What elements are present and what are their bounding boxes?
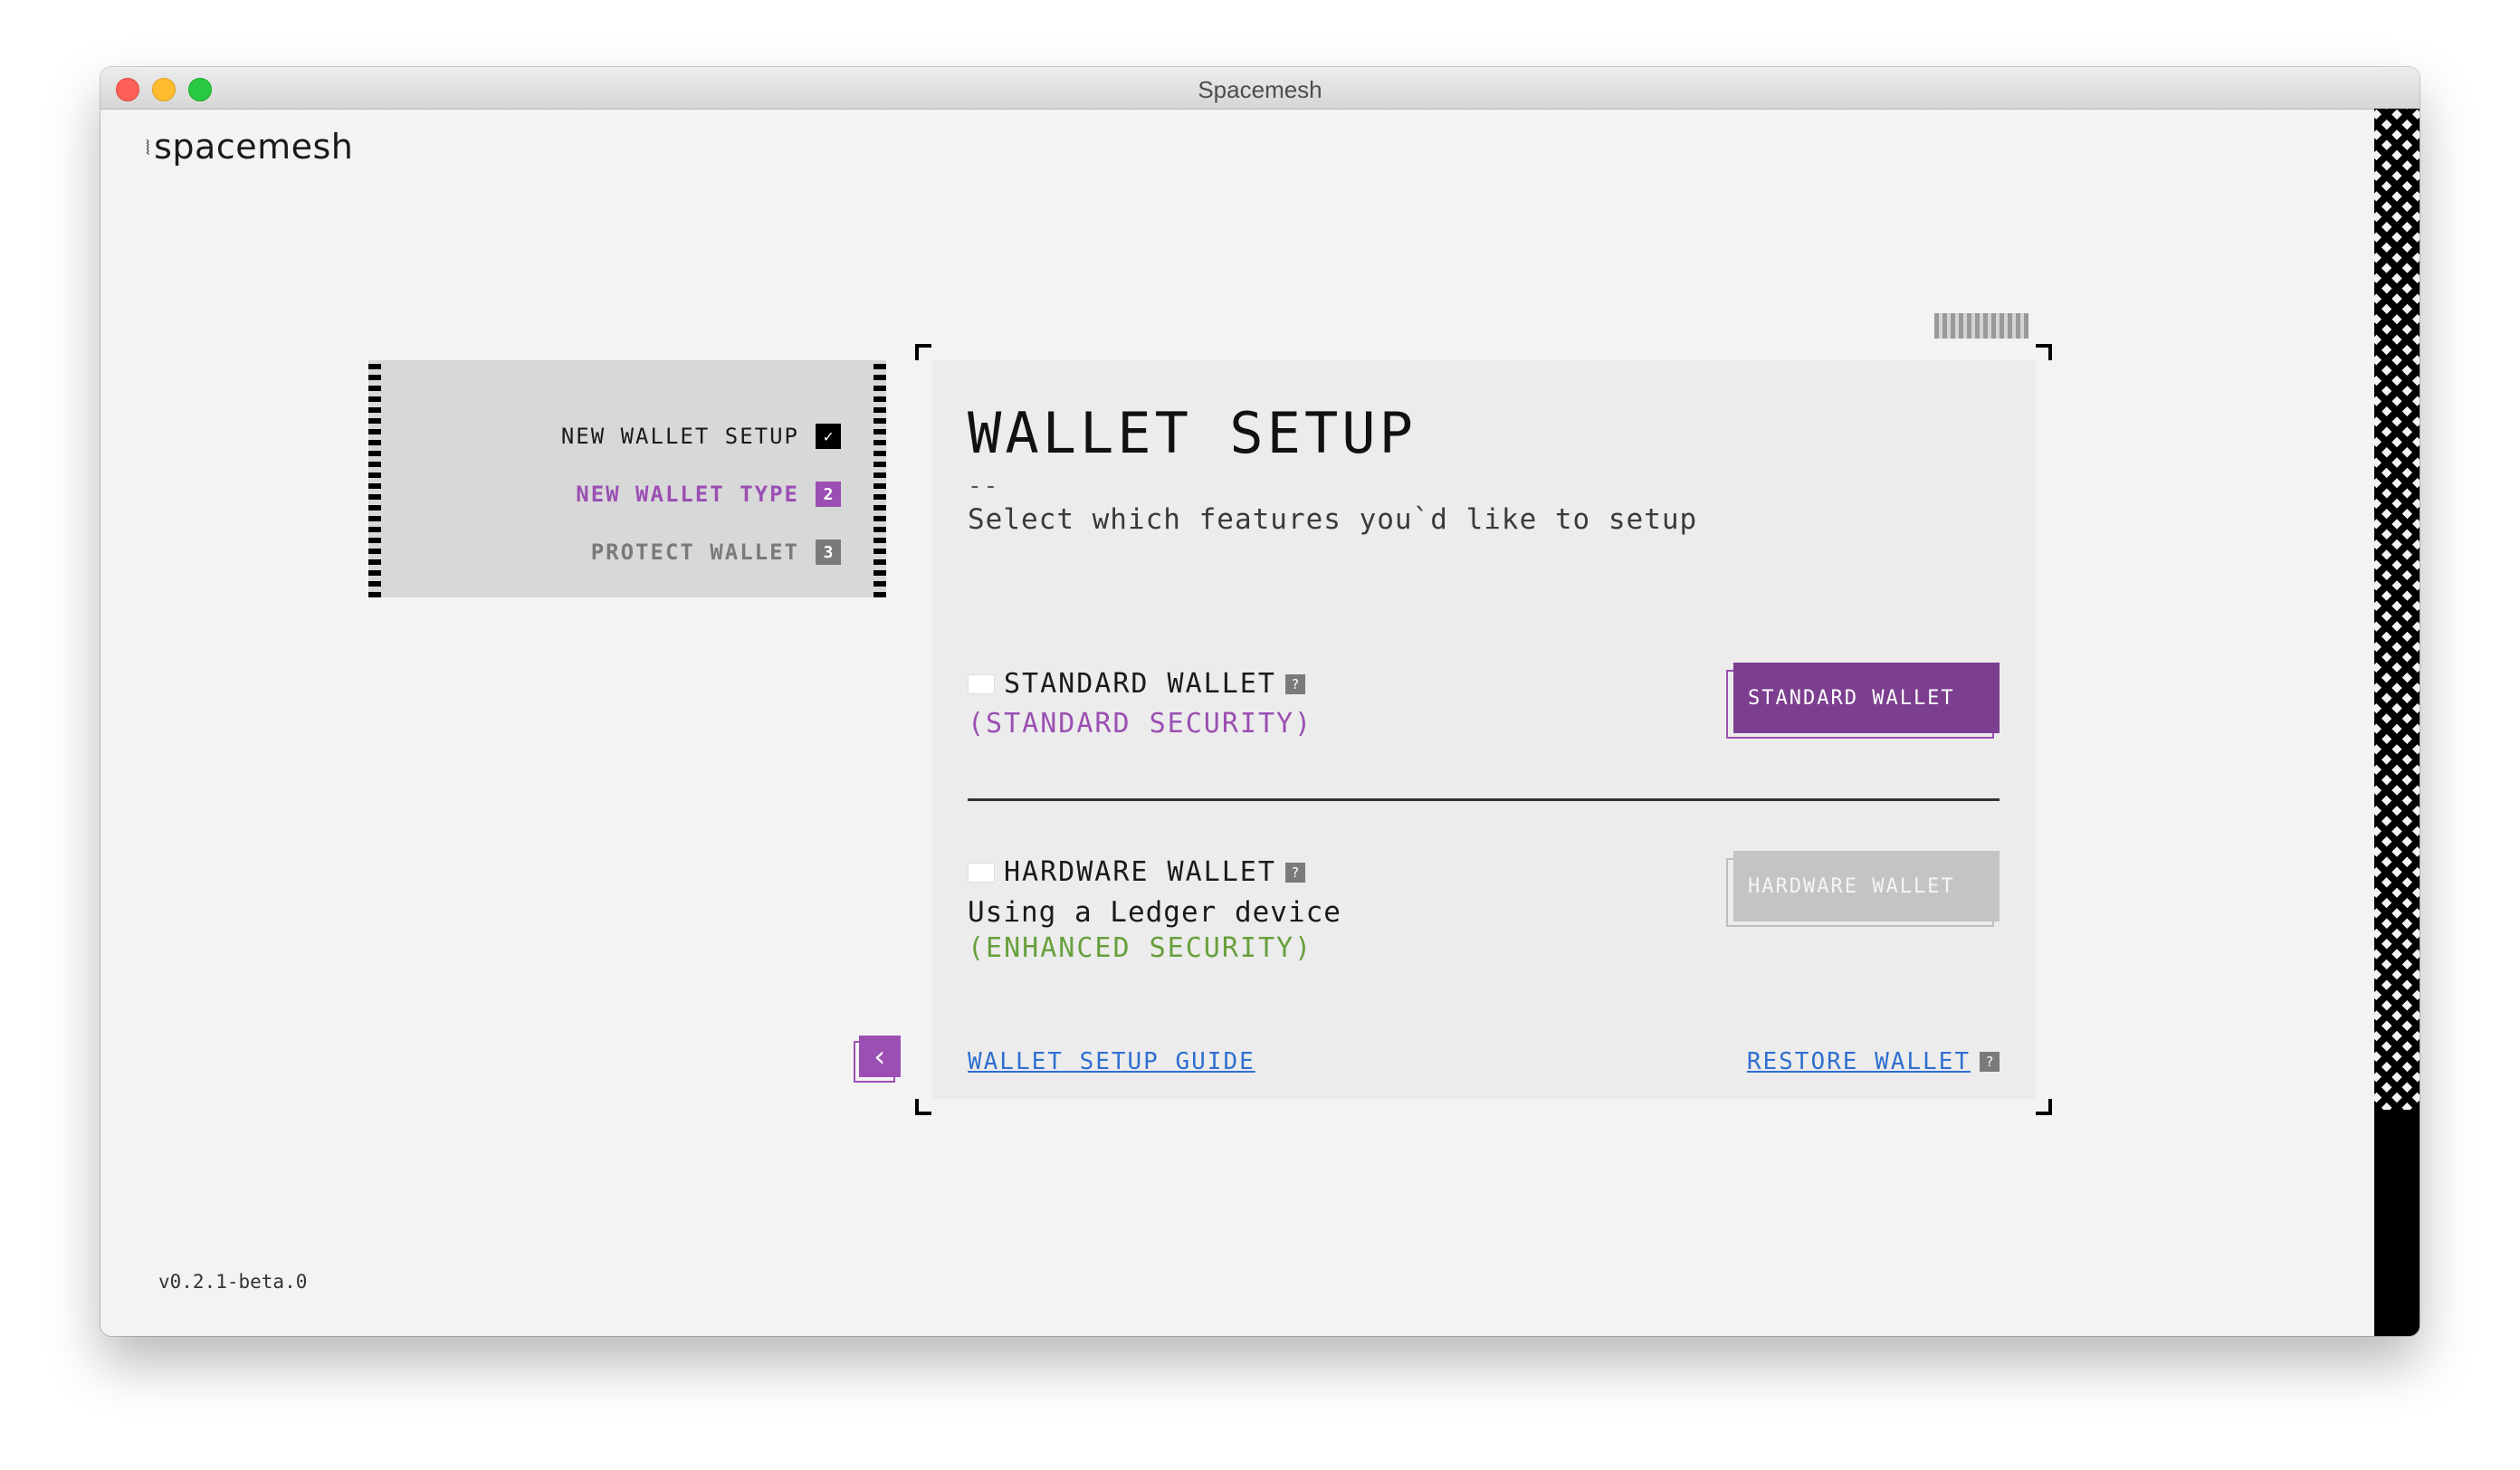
decorative-pattern <box>1934 313 2028 339</box>
check-icon: ✓ <box>816 424 841 449</box>
step-label: NEW WALLET SETUP <box>560 424 799 449</box>
restore-wallet-link[interactable]: RESTORE WALLET <box>1747 1048 1971 1075</box>
setup-steps-panel: NEW WALLET SETUP ✓ NEW WALLET TYPE 2 PRO… <box>368 360 886 597</box>
spacemesh-logo: ⦚ spacemesh <box>146 127 353 167</box>
wallet-setup-guide-link[interactable]: WALLET SETUP GUIDE <box>968 1048 1255 1075</box>
hardware-wallet-checkbox[interactable] <box>968 862 995 883</box>
card-corner-bracket <box>2036 344 2052 360</box>
help-icon[interactable]: ? <box>1284 862 1305 883</box>
app-version: v0.2.1-beta.0 <box>158 1271 308 1293</box>
app-window: Spacemesh ⦚ spacemesh NEW WALLET SETUP ✓ … <box>100 67 2420 1336</box>
standard-wallet-option: STANDARD WALLET ? <box>968 668 1305 700</box>
step-label: PROTECT WALLET <box>590 539 799 565</box>
step-protect-wallet: PROTECT WALLET 3 <box>591 539 841 565</box>
restore-wallet-group: RESTORE WALLET ? <box>1747 1048 2000 1075</box>
steps-right-edge <box>873 360 886 597</box>
hardware-wallet-description: Using a Ledger device <box>968 896 1341 929</box>
help-icon[interactable]: ? <box>1284 673 1305 694</box>
page-subtitle: Select which features you`d like to setu… <box>968 503 1698 536</box>
hardware-wallet-button-label: HARDWARE WALLET <box>1733 851 2000 921</box>
hardware-wallet-button[interactable]: HARDWARE WALLET <box>1726 851 2000 927</box>
card-corner-bracket <box>915 344 931 360</box>
standard-security-label: (STANDARD SECURITY) <box>968 708 1313 740</box>
window-title: Spacemesh <box>1198 76 1322 103</box>
page-title: WALLET SETUP <box>968 400 1417 466</box>
standard-wallet-title: STANDARD WALLET <box>1004 668 1276 700</box>
step-new-wallet-setup: NEW WALLET SETUP ✓ <box>561 424 841 449</box>
logo-mark-icon: ⦚ <box>146 138 151 160</box>
standard-wallet-button[interactable]: STANDARD WALLET <box>1726 663 2000 739</box>
standard-wallet-button-label: STANDARD WALLET <box>1733 663 2000 733</box>
step-number-badge: 2 <box>816 482 841 507</box>
card-corner-bracket <box>915 1099 931 1115</box>
logo-text: spacemesh <box>154 127 354 167</box>
title-bar: Spacemesh <box>100 67 2420 110</box>
help-icon[interactable]: ? <box>1980 1052 2000 1072</box>
card-corner-bracket <box>2036 1099 2052 1115</box>
steps-left-edge <box>368 360 381 597</box>
wallet-setup-card: WALLET SETUP -- Select which features yo… <box>915 313 2052 1115</box>
step-new-wallet-type: NEW WALLET TYPE 2 <box>576 482 841 507</box>
title-dash: -- <box>968 472 1000 500</box>
back-button[interactable]: ‹ <box>854 1036 901 1083</box>
hardware-wallet-option: HARDWARE WALLET ? <box>968 856 1305 888</box>
side-strip-solid <box>2374 1110 2420 1336</box>
step-number-badge: 3 <box>816 539 841 565</box>
standard-wallet-checkbox[interactable] <box>968 673 995 694</box>
option-divider <box>968 798 2000 801</box>
chevron-left-icon: ‹ <box>859 1036 901 1077</box>
step-label: NEW WALLET TYPE <box>576 482 799 507</box>
hardware-wallet-title: HARDWARE WALLET <box>1004 856 1276 888</box>
enhanced-security-label: (ENHANCED SECURITY) <box>968 932 1313 964</box>
decorative-side-strip <box>2374 109 2420 1336</box>
